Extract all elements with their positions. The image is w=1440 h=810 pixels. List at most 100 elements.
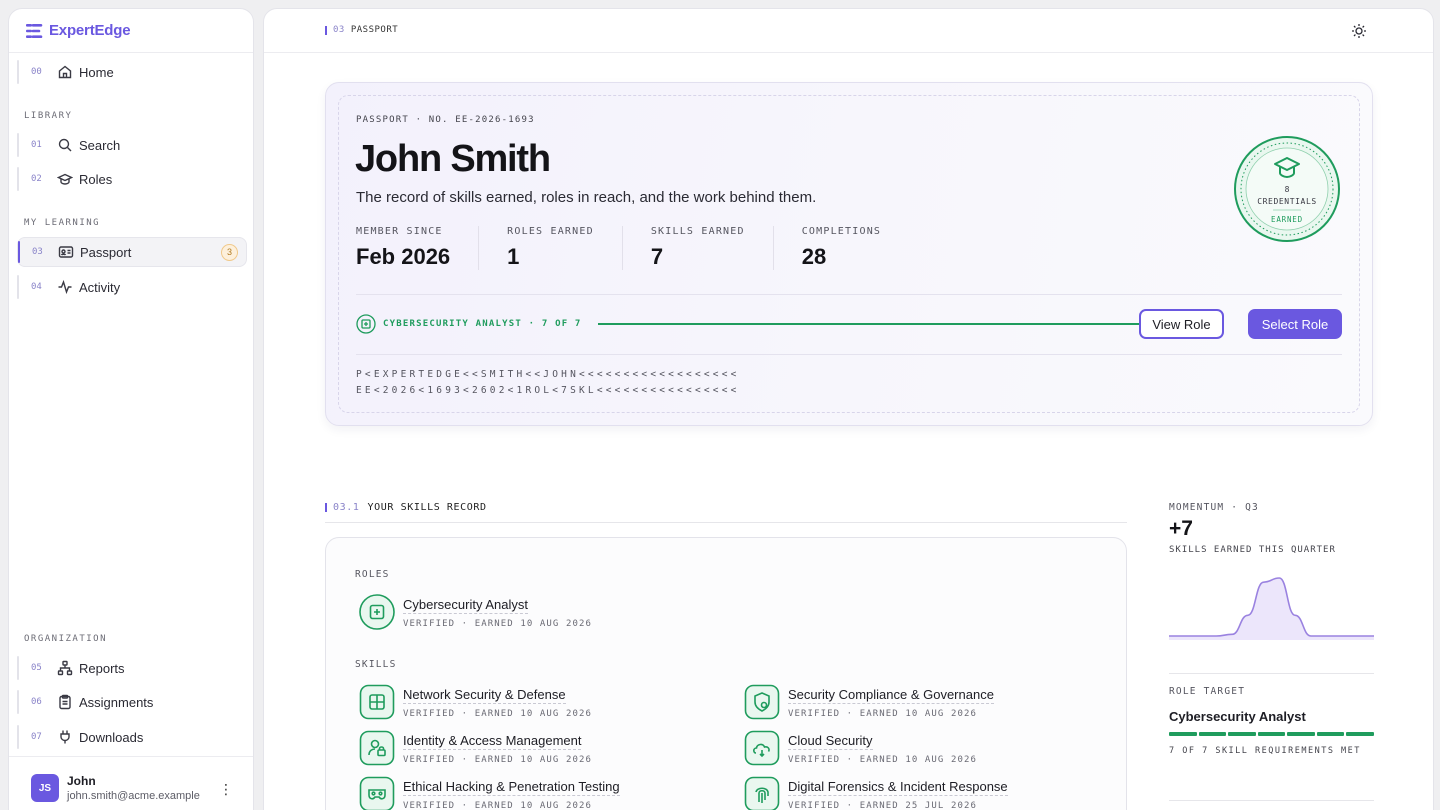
breadcrumb: 03 PASSPORT bbox=[325, 25, 398, 35]
role-target-name[interactable]: Cybersecurity Analyst bbox=[1169, 709, 1374, 724]
role-badge-icon bbox=[359, 594, 395, 630]
credential-title: Cloud Security bbox=[788, 732, 873, 750]
credential-title: Identity & Access Management bbox=[403, 732, 582, 750]
nav-number: 04 bbox=[31, 282, 42, 292]
skill-credential[interactable]: Ethical Hacking & Penetration Testing VE… bbox=[359, 776, 620, 810]
stat-value: 28 bbox=[801, 244, 827, 269]
insights-panel: MOMENTUM · Q3 +7 SKILLS EARNED THIS QUAR… bbox=[1169, 502, 1375, 801]
sidebar-item-label: Reports bbox=[79, 660, 125, 676]
stat-value: 7 bbox=[650, 244, 664, 269]
sidebar-item-label: Home bbox=[79, 64, 114, 80]
credential-meta: VERIFIED · EARNED 10 AUG 2026 bbox=[788, 708, 978, 719]
role-badge-icon bbox=[356, 314, 376, 334]
user-profile[interactable]: JS John john.smith@acme.example ⋮ bbox=[9, 756, 253, 810]
avatar: JS bbox=[31, 774, 59, 802]
requirements-met-label: 7 OF 7 SKILL REQUIREMENTS MET bbox=[1169, 746, 1361, 756]
requirement-segment bbox=[1169, 732, 1197, 736]
select-role-button[interactable]: Select Role bbox=[1248, 309, 1342, 339]
skill-credential[interactable]: Network Security & Defense VERIFIED · EA… bbox=[359, 684, 592, 720]
passport-subtitle: The record of skills earned, roles in re… bbox=[356, 189, 817, 206]
skill-credential[interactable]: Security Compliance & Governance VERIFIE… bbox=[744, 684, 994, 720]
momentum-sparkline bbox=[1169, 577, 1374, 640]
sidebar: ExpertEdge 00 Home LIBRARY 01 Search 02 … bbox=[8, 8, 254, 810]
requirement-segment bbox=[1257, 732, 1286, 736]
nav-number: 02 bbox=[31, 174, 42, 184]
sidebar-item-label: Roles bbox=[79, 171, 113, 187]
brand[interactable]: ExpertEdge bbox=[9, 9, 253, 53]
mrz-line-2: EE<2026<1693<2602<1ROL<7SKL<<<<<<<<<<<<<… bbox=[356, 385, 740, 396]
sidebar-item-label: Activity bbox=[79, 279, 121, 295]
role-progress-track bbox=[597, 319, 1153, 329]
search-icon bbox=[58, 138, 72, 152]
stat-label: MEMBER SINCE bbox=[356, 226, 443, 237]
brand-name: ExpertEdge bbox=[49, 22, 131, 39]
sidebar-item-passport[interactable]: 03 Passport 3 bbox=[17, 237, 247, 267]
more-options-icon[interactable]: ⋮ bbox=[219, 781, 233, 798]
stat-label: COMPLETIONS bbox=[801, 226, 882, 237]
user-info: John john.smith@acme.example bbox=[67, 774, 200, 802]
shield-check-icon bbox=[744, 684, 780, 720]
role-target-label: ROLE TARGET bbox=[1169, 686, 1246, 697]
sidebar-item-roles[interactable]: 02 Roles bbox=[17, 164, 247, 194]
sidebar-item-label: Passport bbox=[80, 244, 132, 260]
credential-title: Security Compliance & Governance bbox=[788, 686, 994, 704]
role-target: ROLE TARGET Cybersecurity Analyst 7 OF 7… bbox=[1169, 686, 1375, 756]
sidebar-item-downloads[interactable]: 07 Downloads bbox=[17, 722, 247, 752]
stat-value: Feb 2026 bbox=[356, 244, 451, 269]
section-title: YOUR SKILLS RECORD bbox=[367, 502, 487, 513]
graduation-cap-icon bbox=[57, 173, 73, 185]
sidebar-item-home[interactable]: 00 Home bbox=[17, 57, 247, 87]
sparkline-area bbox=[1169, 578, 1374, 640]
stat-completions: COMPLETIONS 28 bbox=[802, 226, 909, 270]
clipboard-icon bbox=[59, 694, 71, 710]
credential-meta: VERIFIED · EARNED 10 AUG 2026 bbox=[403, 618, 593, 629]
seal-count: 8 bbox=[1285, 185, 1290, 194]
seal-status: EARNED bbox=[1271, 215, 1303, 224]
skill-credential[interactable]: Cloud Security VERIFIED · EARNED 10 AUG … bbox=[744, 730, 977, 766]
requirement-segment bbox=[1228, 732, 1256, 736]
sidebar-item-assignments[interactable]: 06 Assignments bbox=[17, 687, 247, 717]
cloud-icon bbox=[744, 730, 780, 766]
skills-record-card: ROLES Cybersecurity Analyst VERIFIED · E… bbox=[325, 537, 1127, 810]
section-label-my-learning: MY LEARNING bbox=[24, 218, 101, 228]
plug-icon bbox=[60, 730, 70, 744]
sidebar-item-search[interactable]: 01 Search bbox=[17, 130, 247, 160]
machine-readable-zone: P<EXPERTEDGE<<SMITH<<JOHN<<<<<<<<<<<<<<<… bbox=[356, 367, 740, 399]
nav-number: 01 bbox=[31, 140, 42, 150]
activity-pulse-icon bbox=[58, 279, 72, 295]
mask-icon bbox=[359, 776, 395, 810]
passport-stats: MEMBER SINCE Feb 2026 ROLES EARNED 1 SKI… bbox=[356, 226, 937, 270]
stat-roles-earned: ROLES EARNED 1 bbox=[507, 226, 623, 270]
fingerprint-icon bbox=[744, 776, 780, 810]
credential-meta: VERIFIED · EARNED 10 AUG 2026 bbox=[403, 754, 593, 765]
stat-value: 1 bbox=[507, 244, 520, 269]
skill-credential[interactable]: Identity & Access Management VERIFIED · … bbox=[359, 730, 592, 766]
sidebar-item-reports[interactable]: 05 Reports bbox=[17, 653, 247, 683]
skills-label: SKILLS bbox=[355, 659, 397, 670]
section-number: 03.1 bbox=[333, 502, 360, 513]
credentials-seal: 8 CREDENTIALS EARNED bbox=[1234, 136, 1340, 242]
theme-toggle-sun-icon[interactable] bbox=[1351, 23, 1367, 39]
user-name: John bbox=[67, 774, 96, 788]
credential-title: Network Security & Defense bbox=[403, 686, 566, 704]
momentum-value: +7 bbox=[1169, 517, 1193, 540]
main-content: 03 PASSPORT PASSPORT · NO. EE-2026-1693 … bbox=[263, 8, 1434, 810]
network-icon bbox=[359, 684, 395, 720]
breadcrumb-number: 03 bbox=[333, 25, 345, 35]
sidebar-item-label: Downloads bbox=[79, 729, 144, 745]
section-header-skills-record: 03.1 YOUR SKILLS RECORD bbox=[325, 502, 1127, 523]
org-chart-icon bbox=[57, 660, 73, 676]
notification-badge: 3 bbox=[221, 243, 238, 261]
view-role-button[interactable]: View Role bbox=[1139, 309, 1224, 339]
skill-credential[interactable]: Digital Forensics & Incident Response VE… bbox=[744, 776, 1008, 810]
credential-title: Digital Forensics & Incident Response bbox=[788, 778, 1008, 796]
credential-title: Ethical Hacking & Penetration Testing bbox=[403, 778, 620, 796]
nav-number: 07 bbox=[31, 732, 42, 742]
nav-number: 06 bbox=[31, 697, 42, 707]
home-icon bbox=[58, 65, 72, 79]
stat-member-since: MEMBER SINCE Feb 2026 bbox=[356, 226, 480, 270]
credential-meta: VERIFIED · EARNED 10 AUG 2026 bbox=[403, 800, 593, 810]
sidebar-item-activity[interactable]: 04 Activity bbox=[17, 272, 247, 302]
role-credential[interactable]: Cybersecurity Analyst VERIFIED · EARNED … bbox=[359, 594, 592, 630]
nav-number: 00 bbox=[31, 67, 42, 77]
